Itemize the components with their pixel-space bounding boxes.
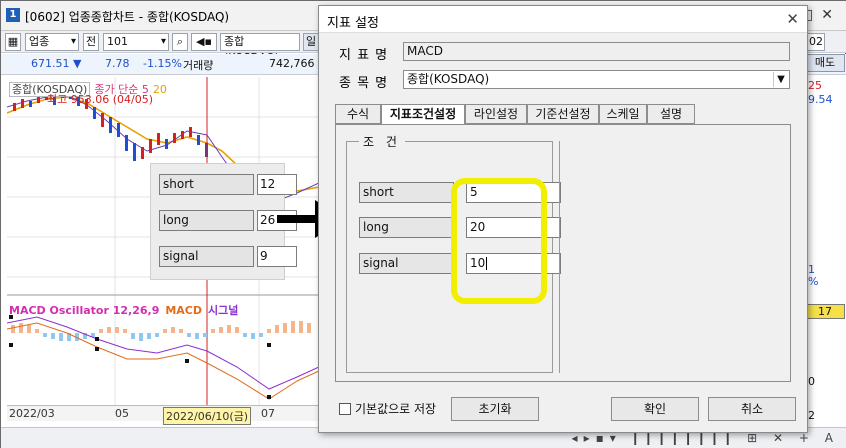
tab-formula[interactable]: 수식: [335, 104, 381, 124]
app-icon: 1: [6, 8, 20, 22]
date-axis: 2022/03 05 2022/06/10(금) 07: [7, 405, 319, 425]
right-value-red: 25: [808, 79, 822, 92]
sound-icon[interactable]: ◀▪: [191, 33, 217, 51]
condition-groupbox: 조 건 short 5 long 20 signal 10: [346, 133, 561, 373]
tab-condition-settings[interactable]: 지표조건설정: [381, 104, 465, 125]
panel-divider: [559, 141, 560, 373]
reset-button[interactable]: 초기화: [451, 397, 539, 421]
tab-description[interactable]: 설명: [647, 104, 695, 124]
param-value: 12: [257, 174, 297, 195]
bottom-tool-icons[interactable]: ◂▸▪▾ ┃┃┃┃┃┃┃┃ ⊞ ✕ + A: [572, 431, 839, 445]
daily-button[interactable]: 일: [303, 33, 319, 51]
param-value: 9: [257, 246, 297, 267]
item-name-select[interactable]: 종합(KOSDAQ) ▼: [403, 70, 790, 89]
indicator-settings-dialog: 지표 설정 ✕ 지 표 명 MACD 종 목 명 종합(KOSDAQ) ▼ 수식…: [318, 5, 808, 433]
right-value-blue: 9.54: [808, 93, 833, 106]
right-panel: 25 9.54 매도 1 % 17 0 2: [802, 54, 846, 427]
tab-baseline-settings[interactable]: 기준선설정: [527, 104, 599, 124]
condition-label-short: short: [359, 182, 454, 203]
high-price-label: 최고 953.06 (04/05): [47, 93, 154, 106]
signal-line-label[interactable]: 시그널: [208, 304, 238, 317]
settings-tabs: 수식 지표조건설정 라인설정 기준선설정 스케일 설명: [335, 104, 791, 125]
code-select[interactable]: 101: [103, 33, 169, 51]
right-value-blue-3: %: [808, 275, 819, 288]
tab-scale[interactable]: 스케일: [599, 104, 647, 124]
item-name-value: 종합(KOSDAQ): [407, 72, 490, 86]
date-tick: 07: [261, 407, 275, 420]
volume-label: 거래량: [183, 59, 214, 72]
period-button[interactable]: 전: [83, 33, 99, 51]
dialog-titlebar[interactable]: 지표 설정 ✕: [319, 6, 807, 33]
right-field[interactable]: 02: [807, 33, 825, 51]
date-tick: 05: [115, 407, 129, 420]
index-name-field[interactable]: 종합(KOSDAQ): [220, 33, 300, 64]
right-value-box: 17: [805, 304, 845, 319]
save-default-checkbox[interactable]: 기본값으로 저장: [339, 400, 436, 417]
checkbox-icon[interactable]: [339, 403, 351, 415]
current-price: 671.51 ▼: [31, 57, 82, 70]
right-value-bottom-2: 2: [808, 409, 815, 422]
macd-line-label[interactable]: MACD: [165, 304, 202, 317]
search-icon[interactable]: ⌕: [172, 33, 188, 51]
condition-label-signal: signal: [359, 253, 454, 274]
close-icon[interactable]: ✕: [786, 10, 799, 28]
legend-ma-long[interactable]: 20: [153, 83, 167, 96]
tab-line-settings[interactable]: 라인설정: [465, 104, 527, 124]
date-crosshair-label: 2022/06/10(금): [163, 407, 252, 425]
window-title: [0602] 업종종합차트 - 종합(KOSDAQ): [25, 10, 230, 24]
right-value-bottom: 0: [808, 375, 815, 388]
change-rate: -1.15%: [143, 57, 182, 70]
param-label: short: [159, 174, 254, 195]
chevron-down-icon[interactable]: ▼: [773, 72, 788, 87]
indicator-name-field: MACD: [403, 42, 790, 61]
price-change: 7.78: [105, 57, 130, 70]
market-select[interactable]: 업종: [25, 33, 79, 51]
date-tick: 2022/03: [9, 407, 55, 420]
macd-legend: MACD Oscillator 12,26,9 MACD 시그널: [9, 302, 238, 318]
indicator-name-label: 지 표 명: [339, 48, 389, 63]
dialog-title: 지표 설정: [327, 16, 379, 31]
condition-panel: 조 건 short 5 long 20 signal 10: [335, 124, 791, 382]
grid-icon[interactable]: ▦: [5, 33, 21, 51]
volume-value: 742,766: [269, 57, 315, 70]
param-label: signal: [159, 246, 254, 267]
groupbox-title: 조 건: [359, 133, 405, 150]
ok-button[interactable]: 확인: [611, 397, 699, 421]
yellow-highlight-box: [451, 178, 547, 304]
param-label: long: [159, 210, 254, 231]
cancel-button[interactable]: 취소: [708, 397, 796, 421]
condition-label-long: long: [359, 217, 454, 238]
macd-oscillator-label[interactable]: MACD Oscillator 12,26,9: [9, 304, 159, 317]
original-params-panel: short 12 long 26 signal 9: [150, 163, 297, 280]
sell-button[interactable]: 매도: [805, 54, 845, 72]
save-default-label: 기본값으로 저장: [355, 402, 437, 416]
item-name-label: 종 목 명: [339, 76, 389, 91]
